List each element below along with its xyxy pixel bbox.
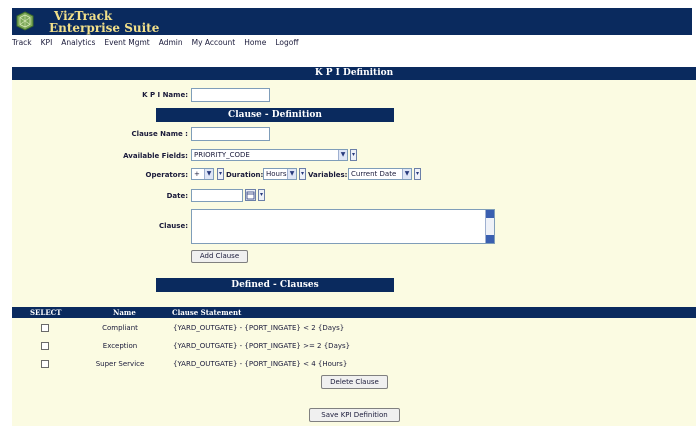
clause-statement-cell: {YARD_OUTGATE} - {PORT_INGATE} < 4 {Hour…: [173, 360, 348, 368]
variables-label: Variables:: [308, 171, 348, 179]
nav-my-account[interactable]: My Account: [192, 38, 236, 47]
clauses-table-header: SELECT Name Clause Statement: [12, 307, 696, 318]
clause-name-cell: Super Service: [95, 360, 145, 368]
duration-value: Hours: [266, 170, 287, 178]
available-fields-label: Available Fields:: [123, 152, 188, 160]
date-label: Date:: [166, 192, 188, 200]
delete-clause-button[interactable]: Delete Clause: [321, 375, 388, 389]
clause-name-cell: Compliant: [102, 324, 138, 332]
clause-textarea[interactable]: [191, 209, 495, 244]
duration-label: Duration:: [226, 171, 264, 179]
calendar-icon[interactable]: [245, 189, 256, 201]
field-help-icon[interactable]: ▾: [350, 149, 357, 161]
duration-help-icon[interactable]: ▾: [299, 168, 306, 180]
kpi-name-label: K P I Name:: [142, 91, 188, 99]
available-fields-value: PRIORITY_CODE: [194, 151, 250, 159]
operators-value: +: [194, 170, 200, 178]
chevron-down-icon: ▼: [287, 169, 296, 179]
add-clause-button[interactable]: Add Clause: [191, 250, 248, 263]
nav-admin[interactable]: Admin: [159, 38, 183, 47]
clause-statement-cell: {YARD_OUTGATE} - {PORT_INGATE} < 2 {Days…: [173, 324, 345, 332]
nav-track[interactable]: Track: [12, 38, 32, 47]
nav-analytics[interactable]: Analytics: [61, 38, 95, 47]
textarea-scrollbar[interactable]: [485, 210, 494, 243]
main-nav: Track KPI Analytics Event Mgmt Admin My Accou…: [12, 38, 308, 50]
operators-select[interactable]: + ▼: [191, 168, 214, 180]
page-title: K P I Definition: [12, 67, 696, 80]
clause-name-cell: Exception: [102, 342, 138, 350]
defined-clauses-header: Defined - Clauses: [156, 278, 394, 292]
nav-kpi[interactable]: KPI: [41, 38, 53, 47]
date-help-icon[interactable]: ▾: [258, 189, 265, 201]
save-kpi-definition-button[interactable]: Save KPI Definition: [309, 408, 400, 422]
operators-label: Operators:: [145, 171, 188, 179]
variables-value: Current Date: [351, 170, 397, 178]
operators-help-icon[interactable]: ▾: [217, 168, 224, 180]
clause-name-label: Clause Name :: [131, 130, 188, 138]
app-header: VizTrack Enterprise Suite: [12, 8, 692, 35]
duration-select[interactable]: Hours ▼: [263, 168, 297, 180]
row-checkbox[interactable]: [41, 324, 49, 332]
clause-statement-cell: {YARD_OUTGATE} - {PORT_INGATE} >= 2 {Day…: [173, 342, 351, 350]
clause-name-input[interactable]: [191, 127, 270, 141]
chevron-down-icon: ▼: [338, 150, 347, 160]
row-checkbox[interactable]: [41, 360, 49, 368]
chevron-down-icon: ▼: [402, 169, 411, 179]
date-input[interactable]: [191, 189, 243, 202]
nav-event-mgmt[interactable]: Event Mgmt: [104, 38, 149, 47]
available-fields-select[interactable]: PRIORITY_CODE ▼: [191, 149, 348, 161]
nav-home[interactable]: Home: [244, 38, 266, 47]
variables-select[interactable]: Current Date ▼: [348, 168, 412, 180]
row-checkbox[interactable]: [41, 342, 49, 350]
nav-logoff[interactable]: Logoff: [275, 38, 298, 47]
clause-label: Clause:: [159, 222, 188, 230]
kpi-name-input[interactable]: [191, 88, 270, 102]
col-select: SELECT: [30, 308, 62, 317]
app-subtitle: Enterprise Suite: [49, 21, 160, 35]
col-name: Name: [113, 308, 136, 317]
globe-cube-icon: [16, 11, 34, 31]
col-clause-statement: Clause Statement: [172, 308, 242, 317]
chevron-down-icon: ▼: [204, 169, 213, 179]
clause-definition-header: Clause - Definition: [156, 108, 394, 122]
variables-help-icon[interactable]: ▾: [414, 168, 421, 180]
scroll-up-icon[interactable]: [486, 210, 494, 218]
scroll-down-icon[interactable]: [486, 235, 494, 243]
